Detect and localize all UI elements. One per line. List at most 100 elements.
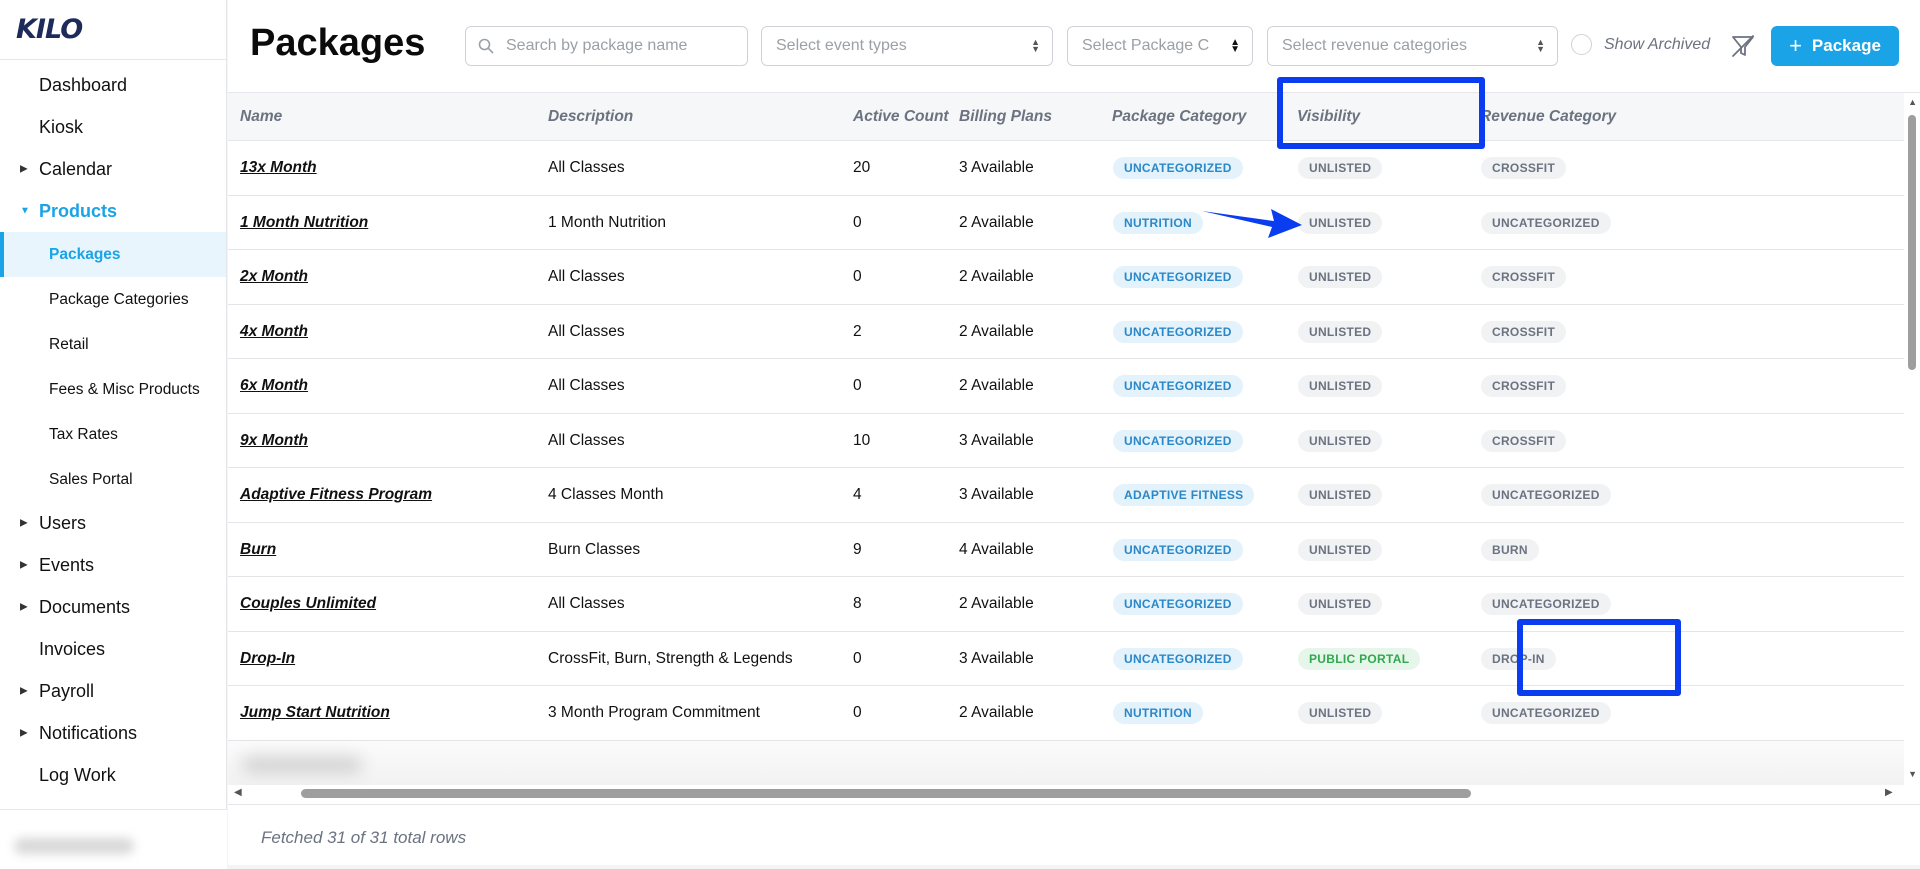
caret-right-icon: ▶ xyxy=(20,517,28,529)
annotation-arrow-icon xyxy=(1202,209,1302,238)
column-header-name[interactable]: Name xyxy=(240,108,282,126)
description-cell: All Classes xyxy=(548,595,625,612)
active-count-cell: 9 xyxy=(853,540,862,558)
visibility-badge: UNLISTED xyxy=(1298,538,1383,561)
package-name-link[interactable]: 9x Month xyxy=(240,432,308,450)
description-cell: All Classes xyxy=(548,377,625,394)
table-row[interactable]: Burn Burn Classes 9 4 Available UNCATEGORIZE… xyxy=(228,523,1904,577)
package-name-link[interactable]: 4x Month xyxy=(240,323,308,341)
table-row[interactable]: 9x Month All Classes 10 3 Available UNCATEGO… xyxy=(228,414,1904,468)
sidebar-item-label: Dashboard xyxy=(39,74,128,95)
revenue-categories-select[interactable]: Select revenue categories ▲ ▼ xyxy=(1267,26,1558,66)
billing-plans-cell: 3 Available xyxy=(959,159,1034,176)
active-count-cell: 2 xyxy=(853,322,862,340)
table-row[interactable]: 2x Month All Classes 0 2 Available UNCATEGOR… xyxy=(228,250,1904,305)
visibility-badge: UNLISTED xyxy=(1298,157,1383,179)
caret-down-icon: ▼ xyxy=(20,205,30,217)
sidebar-item-kiosk[interactable]: Kiosk xyxy=(0,106,226,148)
scroll-up-icon[interactable]: ▲ xyxy=(1908,97,1917,107)
horizontal-scrollbar[interactable]: ◀ ▶ xyxy=(228,785,1904,801)
sidebar-subitem-retail[interactable]: Retail xyxy=(0,322,226,367)
sidebar-item-calendar[interactable]: ▶ Calendar xyxy=(0,148,226,190)
logo[interactable]: KILO xyxy=(0,0,226,60)
caret-right-icon: ▶ xyxy=(20,727,28,739)
revenue-category-badge: CROSSFIT xyxy=(1481,429,1567,452)
revenue-category-badge: UNCATEGORIZED xyxy=(1481,484,1611,506)
billing-plans-cell: 2 Available xyxy=(959,704,1034,721)
sidebar-subitem-packages[interactable]: Packages xyxy=(0,232,226,277)
sidebar-item-label: Invoices xyxy=(39,638,106,659)
horizontal-scroll-thumb[interactable] xyxy=(301,789,1471,798)
package-category-badge: ADAPTIVE FITNESS xyxy=(1113,484,1255,506)
package-category-placeholder: Select Package C xyxy=(1082,37,1210,54)
sidebar-item-users[interactable]: ▶ Users xyxy=(0,502,226,544)
column-header-revenue-category[interactable]: Revenue Category xyxy=(1480,108,1616,126)
table-row[interactable]: 6x Month All Classes 0 2 Available UNCATEGOR… xyxy=(228,359,1904,414)
sidebar-item-log-work[interactable]: Log Work xyxy=(0,754,226,796)
table-row[interactable]: Adaptive Fitness Program 4 Classes Month 4… xyxy=(228,468,1904,523)
sidebar-subitem-fees-misc-products[interactable]: Fees & Misc Products xyxy=(0,367,226,412)
sidebar-item-products[interactable]: ▼ Products xyxy=(0,190,226,232)
sidebar-item-notifications[interactable]: ▶ Notifications xyxy=(0,712,226,754)
billing-plans-cell: 3 Available xyxy=(959,431,1034,449)
show-archived-radio[interactable] xyxy=(1571,34,1592,55)
sidebar-item-payroll[interactable]: ▶ Payroll xyxy=(0,670,226,712)
page-header: Packages Search by package name Select e… xyxy=(228,0,1920,92)
table-row[interactable]: 4x Month All Classes 2 2 Available UNCATEGOR… xyxy=(228,305,1904,359)
sidebar-item-label: Products xyxy=(39,200,118,221)
event-types-select[interactable]: Select event types ▲ ▼ xyxy=(761,26,1053,66)
description-cell: CrossFit, Burn, Strength & Legends xyxy=(548,649,793,667)
sidebar-item-invoices[interactable]: Invoices xyxy=(0,628,226,670)
column-header-active-count[interactable]: Active Count xyxy=(853,108,949,126)
package-name-link[interactable]: 1 Month Nutrition xyxy=(240,214,368,232)
sidebar-subitem-package-categories[interactable]: Package Categories xyxy=(0,277,226,322)
column-header-package-category[interactable]: Package Category xyxy=(1112,108,1246,126)
search-input[interactable]: Search by package name xyxy=(465,26,748,66)
billing-plans-cell: 2 Available xyxy=(959,377,1034,394)
package-name-link[interactable]: Jump Start Nutrition xyxy=(240,704,390,722)
visibility-badge: UNLISTED xyxy=(1298,211,1383,234)
package-name-link[interactable]: Burn xyxy=(240,541,276,559)
vertical-scroll-thumb[interactable] xyxy=(1908,115,1916,370)
package-name-link[interactable]: Couples Unlimited xyxy=(240,595,376,613)
active-count-cell: 0 xyxy=(853,649,862,667)
scroll-down-icon[interactable]: ▼ xyxy=(1908,769,1917,779)
package-name-link[interactable]: 6x Month xyxy=(240,377,308,395)
select-arrows-icon: ▲ ▼ xyxy=(1536,37,1545,54)
sidebar-item-dashboard[interactable]: Dashboard xyxy=(0,64,226,106)
table-row[interactable]: 1 Month Nutrition 1 Month Nutrition 0 2 Ava… xyxy=(228,196,1904,250)
show-archived-label: Show Archived xyxy=(1604,35,1711,53)
add-package-button[interactable]: + Package xyxy=(1771,26,1899,66)
description-cell: Burn Classes xyxy=(548,540,641,558)
package-name-link[interactable]: Drop-In xyxy=(240,650,295,668)
sidebar-subitem-tax-rates[interactable]: Tax Rates xyxy=(0,412,226,457)
sidebar-subitem-sales-portal[interactable]: Sales Portal xyxy=(0,457,226,502)
package-name-link[interactable]: 2x Month xyxy=(240,268,308,286)
table-row[interactable]: 13x Month All Classes 20 3 Available UNCATEG… xyxy=(228,141,1904,196)
sidebar-item-documents[interactable]: ▶ Documents xyxy=(0,586,226,628)
package-name-link[interactable]: Adaptive Fitness Program xyxy=(240,486,432,504)
billing-plans-cell: 2 Available xyxy=(959,595,1034,612)
revenue-category-badge: CROSSFIT xyxy=(1481,375,1567,397)
revenue-categories-placeholder: Select revenue categories xyxy=(1282,37,1467,54)
vertical-scrollbar[interactable]: ▲ ▼ xyxy=(1904,93,1920,785)
sidebar-item-label: Events xyxy=(39,554,95,575)
column-header-billing-plans[interactable]: Billing Plans xyxy=(959,108,1052,126)
package-category-select[interactable]: Select Package C ▲ ▼ xyxy=(1067,26,1253,66)
app-root: KILO Dashboard Kiosk ▶ Calendar ▼ Products Pac… xyxy=(0,0,1920,869)
sidebar-item-events[interactable]: ▶ Events xyxy=(0,544,226,586)
clear-filter-icon[interactable] xyxy=(1730,33,1756,59)
column-header-description[interactable]: Description xyxy=(548,108,633,126)
table-header: Name Description Active Count Billing Plans… xyxy=(228,93,1904,141)
active-count-cell: 0 xyxy=(853,213,862,231)
sidebar-item-label: Documents xyxy=(39,596,131,617)
scroll-right-icon[interactable]: ▶ xyxy=(1885,787,1893,798)
scroll-left-icon[interactable]: ◀ xyxy=(234,787,242,798)
show-archived-toggle[interactable]: Show Archived xyxy=(1571,34,1710,55)
active-count-cell: 0 xyxy=(853,704,862,721)
package-name-link[interactable]: 13x Month xyxy=(240,159,317,177)
description-cell: All Classes xyxy=(548,322,625,340)
description-cell: 4 Classes Month xyxy=(548,486,664,503)
sidebar-item-label: Calendar xyxy=(39,158,113,179)
sidebar-item-label: Users xyxy=(39,512,87,533)
